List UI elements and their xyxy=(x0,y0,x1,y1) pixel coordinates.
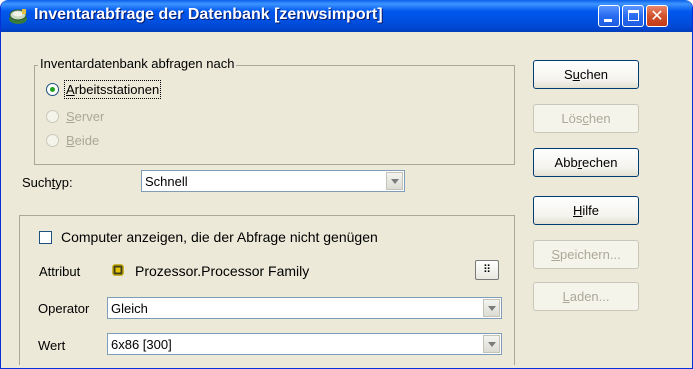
attribute-value: Prozessor.Processor Family xyxy=(135,263,310,279)
save-button[interactable]: Speichern... xyxy=(533,240,639,269)
dropdown-arrow-icon[interactable] xyxy=(386,172,403,190)
close-icon: ✕ xyxy=(650,6,664,25)
search-type-select[interactable]: Schnell xyxy=(141,170,405,192)
window-title: Inventarabfrage der Datenbank [zenwsimpo… xyxy=(34,6,383,23)
app-icon xyxy=(9,9,27,24)
value-label: Wert xyxy=(38,338,66,353)
radio-indicator[interactable] xyxy=(46,133,59,147)
radio-both[interactable]: Beide xyxy=(46,131,99,149)
clear-button[interactable]: Löschen xyxy=(533,104,639,133)
load-button[interactable]: Laden... xyxy=(533,282,639,311)
processor-icon xyxy=(112,264,124,276)
browse-icon: ⠿ xyxy=(482,263,492,276)
radio-workstations[interactable]: Arbeitsstationen xyxy=(46,79,162,99)
radio-server-label: Server xyxy=(66,108,105,124)
value-value: 6x86 [300] xyxy=(111,337,172,352)
operator-label: Operator xyxy=(38,301,90,316)
help-button[interactable]: Hilfe xyxy=(533,196,639,225)
attribute-label: Attribut xyxy=(39,264,81,279)
close-button[interactable]: ✕ xyxy=(646,5,668,27)
maximize-button[interactable] xyxy=(622,5,644,27)
show-nonmatching-checkbox[interactable] xyxy=(39,231,52,244)
title-bar[interactable]: Inventarabfrage der Datenbank [zenwsimpo… xyxy=(1,0,692,32)
radio-indicator[interactable] xyxy=(46,109,59,123)
search-button[interactable]: Suchen xyxy=(533,60,639,89)
search-type-label: Suchtyp: xyxy=(22,175,73,190)
minimize-button[interactable] xyxy=(598,5,620,27)
show-nonmatching-label: Computer anzeigen, die der Abfrage nicht… xyxy=(61,229,378,245)
radio-both-label: Beide xyxy=(66,132,100,148)
search-type-value: Schnell xyxy=(145,174,188,189)
minimize-icon xyxy=(604,19,612,22)
radio-workstations-label: Arbeitsstationen xyxy=(63,79,162,99)
attribute-browse-button[interactable]: ⠿ xyxy=(475,260,499,280)
maximize-icon xyxy=(628,10,639,21)
operator-value: Gleich xyxy=(111,301,148,316)
inventory-query-dialog: Inventarabfrage der Datenbank [zenwsimpo… xyxy=(0,0,693,369)
cancel-button[interactable]: Abbrechen xyxy=(533,148,639,177)
radio-server[interactable]: Server xyxy=(46,107,104,125)
dropdown-arrow-icon[interactable] xyxy=(483,335,500,353)
operator-select[interactable]: Gleich xyxy=(107,297,502,319)
dropdown-arrow-icon[interactable] xyxy=(483,299,500,317)
radio-indicator[interactable] xyxy=(46,82,59,96)
query-scope-legend: Inventardatenbank abfragen nach xyxy=(38,56,237,71)
value-select[interactable]: 6x86 [300] xyxy=(107,333,502,355)
